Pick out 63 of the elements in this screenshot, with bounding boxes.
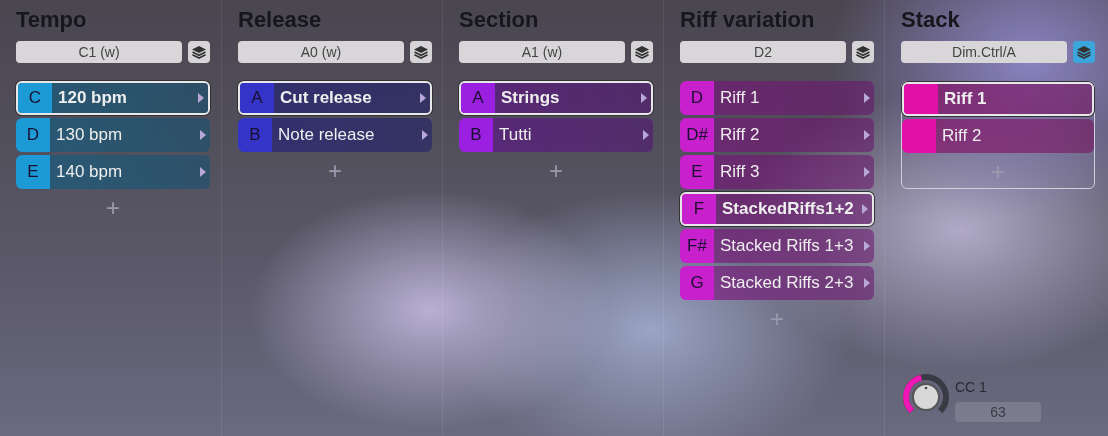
key-label: E (27, 161, 39, 184)
mapping-selector[interactable]: C1 (w) (16, 41, 182, 63)
arrow-icon (864, 241, 870, 251)
mapping-selector[interactable]: Dim.Ctrl/A (901, 41, 1067, 63)
layers-icon (1076, 45, 1092, 59)
arrow-icon (864, 130, 870, 140)
item-label: Riff 2 (720, 124, 761, 147)
item-label: Riff 2 (942, 125, 983, 148)
mapping-selector[interactable]: D2 (680, 41, 846, 63)
arrow-icon (643, 130, 649, 140)
key-label: F# (687, 235, 707, 258)
arrow-icon (864, 167, 870, 177)
key-label: B (470, 124, 482, 147)
key-label: D# (686, 124, 708, 147)
item-label: Cut release (280, 87, 373, 110)
layers-button[interactable] (631, 41, 653, 63)
layers-button[interactable] (1073, 41, 1095, 63)
key-label: F (693, 198, 705, 221)
item-label: Strings (501, 87, 561, 110)
item-label: Riff 3 (720, 161, 761, 184)
slot-item[interactable]: Riff 1 (902, 82, 1094, 116)
slot-item[interactable]: F StackedRiffs1+2 (680, 192, 874, 226)
item-label: 120 bpm (58, 87, 128, 110)
key-label: C (28, 87, 42, 110)
key-label: D (26, 124, 40, 147)
arrow-icon (864, 278, 870, 288)
key-label: B (249, 124, 261, 147)
arrow-icon (420, 93, 426, 103)
arrow-icon (862, 204, 868, 214)
key-label: D (690, 87, 704, 110)
item-label: Stacked Riffs 2+3 (720, 272, 855, 295)
arrow-icon (864, 93, 870, 103)
key-label: G (690, 272, 704, 295)
key-label: E (691, 161, 703, 184)
arrow-icon (200, 167, 206, 177)
item-label: Note release (278, 124, 376, 147)
column-title: Stack (901, 6, 961, 34)
key-label: A (472, 87, 484, 110)
layers-button[interactable] (852, 41, 874, 63)
layers-icon (634, 45, 650, 59)
item-label: Stacked Riffs 1+3 (720, 235, 855, 258)
item-label: 130 bpm (56, 124, 124, 147)
key-label: A (251, 87, 263, 110)
arrow-icon (198, 93, 204, 103)
arrow-icon (200, 130, 206, 140)
mapping-selector[interactable]: A1 (w) (459, 41, 625, 63)
mapping-selector[interactable]: A0 (w) (238, 41, 404, 63)
item-label: Tutti (499, 124, 533, 147)
layers-icon (855, 45, 871, 59)
layers-button[interactable] (188, 41, 210, 63)
arrow-icon (641, 93, 647, 103)
slot-item[interactable]: A Cut release (238, 81, 432, 115)
knob-label: CC 1 (955, 377, 988, 397)
item-label: StackedRiffs1+2 (722, 198, 855, 221)
item-label: Riff 1 (720, 87, 761, 110)
item-label: 140 bpm (56, 161, 124, 184)
layers-button[interactable] (410, 41, 432, 63)
layers-icon (191, 45, 207, 59)
slot-item[interactable]: C 120 bpm (16, 81, 210, 115)
arrow-icon (422, 130, 428, 140)
layers-icon (413, 45, 429, 59)
item-label: Riff 1 (944, 88, 988, 111)
slot-item[interactable]: A Strings (459, 81, 653, 115)
